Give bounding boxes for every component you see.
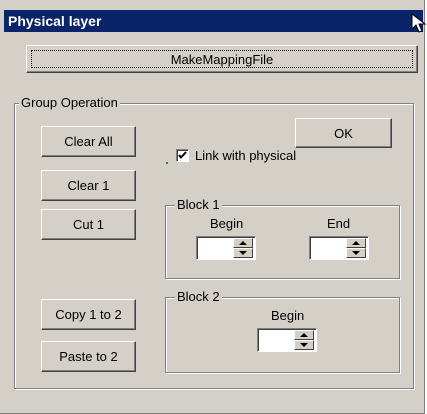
paste-to-2-label: Paste to 2 [59, 349, 118, 364]
cut-1-label: Cut 1 [72, 217, 105, 232]
block2-begin-label: Begin [271, 308, 305, 323]
clear-1-label: Clear 1 [67, 178, 110, 193]
group-operation-legend: Group Operation [19, 95, 120, 110]
block2-begin-spin-buttons[interactable] [294, 330, 314, 350]
spin-up-icon[interactable] [346, 238, 366, 248]
clear-all-button[interactable]: Clear All [41, 126, 136, 157]
block1-begin-spinbox[interactable] [196, 236, 256, 260]
clear-1-button[interactable]: Clear 1 [41, 170, 136, 201]
ok-label: OK [334, 125, 353, 141]
link-with-physical-label[interactable]: Link with physical [195, 148, 296, 163]
block1-begin-label: Begin [210, 216, 244, 231]
paste-to-2-button[interactable]: Paste to 2 [41, 341, 136, 372]
spin-up-icon[interactable] [294, 330, 314, 340]
checkmark-icon [178, 151, 187, 160]
spin-down-icon[interactable] [346, 248, 366, 258]
block1-end-spin-buttons[interactable] [346, 238, 366, 258]
clear-all-label: Clear All [64, 134, 113, 149]
cursor-arrow-icon [411, 13, 427, 33]
block1-end-label: End [327, 216, 351, 231]
spin-down-icon[interactable] [233, 248, 253, 258]
copy-1-to-2-button[interactable]: Copy 1 to 2 [41, 299, 136, 330]
make-mapping-file-label: MakeMappingFile [170, 51, 274, 67]
block1-legend: Block 1 [175, 197, 222, 212]
title-bar[interactable]: Physical layer [4, 10, 423, 32]
block1-begin-spin-buttons[interactable] [233, 238, 253, 258]
block1-end-spinbox[interactable] [309, 236, 369, 260]
window-title: Physical layer [8, 13, 102, 29]
block2-begin-spinbox[interactable] [257, 328, 317, 352]
ok-button[interactable]: OK [295, 118, 392, 148]
link-with-physical-checkbox[interactable] [176, 149, 189, 162]
block2-legend: Block 2 [175, 289, 222, 304]
spin-up-icon[interactable] [233, 238, 253, 248]
copy-1-to-2-label: Copy 1 to 2 [55, 307, 122, 322]
focus-dot [166, 162, 168, 164]
dialog-window: Physical layer MakeMappingFile Group Ope… [0, 0, 427, 414]
make-mapping-file-button[interactable]: MakeMappingFile [26, 45, 418, 73]
spin-down-icon[interactable] [294, 340, 314, 350]
cut-1-button[interactable]: Cut 1 [41, 209, 136, 240]
